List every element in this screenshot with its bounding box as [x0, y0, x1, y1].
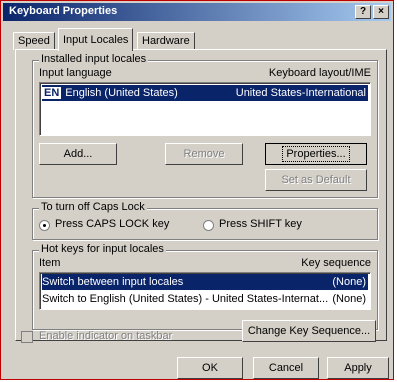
ok-button-label: OK [202, 362, 218, 374]
tab-speed[interactable]: Speed [13, 32, 55, 50]
change-key-sequence-label: Change Key Sequence... [247, 325, 371, 337]
hotkey-item: Switch to English (United States) - Unit… [42, 293, 329, 305]
hot-keys-list[interactable]: Switch between input locales (None) Swit… [39, 272, 371, 310]
hotkey-sequence: (None) [328, 291, 366, 307]
remove-button-label: Remove [183, 148, 225, 160]
locale-language: English (United States) [65, 87, 178, 99]
installed-locales-list[interactable]: EN English (United States) United States-… [39, 82, 371, 136]
list-item[interactable]: EN English (United States) United States-… [42, 85, 368, 101]
flag-icon: EN [42, 87, 62, 99]
table-row[interactable]: Switch between input locales (None) [42, 274, 368, 290]
installed-locales-group: Installed input locales Input language K… [32, 53, 378, 198]
hot-keys-legend: Hot keys for input locales [39, 243, 166, 255]
input-language-header: Input language [39, 67, 112, 79]
properties-button-label: Properties... [282, 146, 350, 162]
enable-indicator-checkbox[interactable] [21, 331, 33, 343]
tab-input-locales[interactable]: Input Locales [58, 28, 134, 51]
set-default-button[interactable]: Set as Default [265, 169, 367, 191]
hotkey-item: Switch between input locales [42, 276, 184, 288]
ok-button[interactable]: OK [177, 357, 243, 379]
window-title: Keyboard Properties [9, 5, 118, 17]
shift-option-label[interactable]: Press SHIFT key [219, 218, 302, 230]
tab-hardware[interactable]: Hardware [137, 32, 195, 50]
close-button[interactable]: × [373, 5, 389, 19]
table-row[interactable]: Switch to English (United States) - Unit… [42, 291, 368, 307]
item-header: Item [39, 257, 61, 269]
set-default-button-label: Set as Default [281, 174, 351, 186]
keyboard-properties-dialog: Keyboard Properties ? × Speed Input Loca… [0, 0, 394, 380]
shift-radio[interactable] [203, 220, 214, 231]
apply-button[interactable]: Apply [327, 357, 389, 379]
apply-button-label: Apply [344, 362, 372, 374]
remove-button[interactable]: Remove [165, 143, 243, 165]
cancel-button-label: Cancel [268, 362, 304, 374]
tab-panel: Installed input locales Input language K… [15, 49, 387, 342]
caps-lock-radio[interactable] [39, 220, 50, 231]
enable-indicator-label[interactable]: Enable indicator on taskbar [39, 330, 172, 342]
add-button-label: Add... [63, 148, 93, 160]
caps-lock-group: To turn off Caps Lock Press CAPS LOCK ke… [32, 201, 378, 240]
installed-locales-legend: Installed input locales [39, 53, 149, 65]
locale-layout: United States-International [235, 87, 366, 99]
hot-keys-group: Hot keys for input locales Item Key sequ… [32, 243, 378, 330]
caps-lock-legend: To turn off Caps Lock [39, 201, 147, 213]
keyboard-layout-header: Keyboard layout/IME [268, 67, 371, 79]
change-key-sequence-button[interactable]: Change Key Sequence... [242, 320, 376, 342]
hotkey-sequence: (None) [332, 276, 366, 288]
key-sequence-header: Key sequence [301, 257, 371, 269]
caps-lock-option-label[interactable]: Press CAPS LOCK key [55, 218, 169, 230]
add-button[interactable]: Add... [39, 143, 117, 165]
cancel-button[interactable]: Cancel [253, 357, 319, 379]
title-bar[interactable]: Keyboard Properties ? × [3, 3, 391, 21]
help-button[interactable]: ? [355, 5, 371, 19]
properties-button[interactable]: Properties... [265, 143, 367, 165]
